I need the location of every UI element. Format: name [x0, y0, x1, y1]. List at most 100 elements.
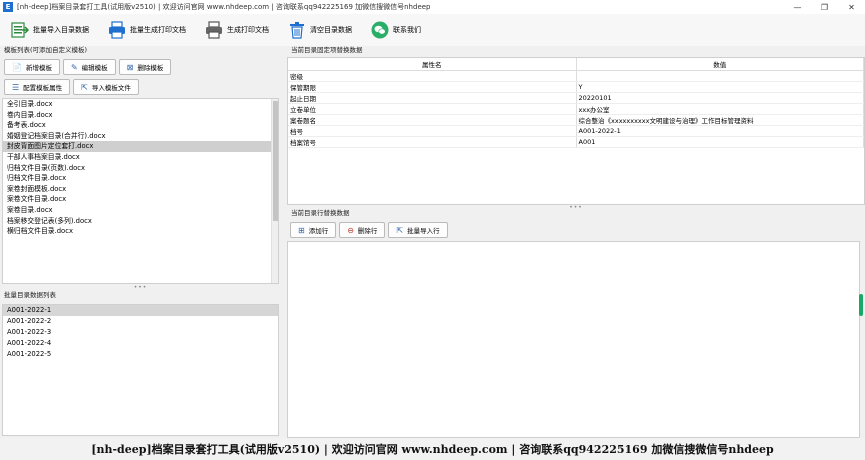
import-catalog-button[interactable]: 批量导入目录数据 — [10, 17, 89, 43]
attributes-section-title: 当前目录固定项替换数据 — [291, 46, 363, 54]
minimize-button[interactable]: — — [784, 0, 811, 14]
rows-data-area[interactable] — [287, 241, 860, 438]
attribute-value-cell[interactable]: Y — [576, 81, 864, 93]
column-header-value[interactable]: 数值 — [576, 58, 864, 71]
template-list-item[interactable]: 备考表.docx — [3, 120, 278, 131]
clear-catalog-label: 清空目录数据 — [310, 26, 352, 34]
batch-section-title: 批量目录数据列表 — [4, 291, 56, 299]
batch-list-item[interactable]: A001-2022-4 — [3, 338, 278, 349]
table-row[interactable]: 档案馆号 A001 — [288, 136, 864, 148]
import-icon — [11, 22, 30, 38]
title-bar: E [nh-deep]档案目录套打工具(试用版v2510) | 欢迎访问官网 w… — [0, 0, 865, 14]
import-template-button[interactable]: ⇱ 导入模板文件 — [73, 79, 139, 95]
delete-row-button[interactable]: ⊖ 删除行 — [339, 222, 386, 238]
print-button[interactable]: 生成打印文档 — [204, 17, 269, 43]
main-toolbar: 批量导入目录数据 批量生成打印文档 生成打印文档 清空目录数据 联系我们 — [0, 14, 865, 46]
delete-template-label: 删除模板 — [137, 64, 164, 72]
table-row[interactable]: 密级 — [288, 70, 864, 82]
attribute-name-cell[interactable]: 密级 — [288, 70, 577, 82]
add-row-label: 添加行 — [308, 227, 329, 235]
template-section-title: 模板列表(可添加自定义模板) — [4, 46, 88, 54]
import-file-icon: ⇱ — [81, 82, 88, 92]
attribute-value-cell[interactable]: 综合整治《xxxxxxxxxx文明建设与治理》工作目标管理资料 — [576, 114, 864, 126]
new-doc-icon: 📄 — [12, 62, 22, 72]
template-list-item[interactable]: 封皮背面图片定位套打.docx — [3, 141, 278, 152]
import-rows-icon: ⇱ — [396, 225, 404, 235]
table-row[interactable]: 起止日期 20220101 — [288, 92, 864, 104]
config-template-button[interactable]: ☰ 配置模板属性 — [4, 79, 71, 95]
rows-toolbar: ⊞ 添加行 ⊖ 删除行 ⇱ 批量导入行 — [287, 219, 865, 241]
edit-icon: ✎ — [70, 62, 78, 72]
add-row-icon: ⊞ — [298, 225, 305, 235]
table-row[interactable]: 案卷题名 综合整治《xxxxxxxxxx文明建设与治理》工作目标管理资料 — [288, 114, 864, 126]
scrollbar-thumb[interactable] — [273, 101, 278, 221]
table-row[interactable]: 立卷单位 xxx办公室 — [288, 103, 864, 115]
template-list-item[interactable]: 婚姻登记档案目录(合并行).docx — [3, 131, 278, 142]
batch-print-label: 批量生成打印文档 — [130, 26, 186, 34]
left-pane: 模板列表(可添加自定义模板) 📄 新增模板 ✎ 编辑模板 ⊠ 删除模板 ☰ 配置… — [0, 46, 281, 438]
batch-print-button[interactable]: 批量生成打印文档 — [107, 17, 186, 43]
template-list-item[interactable]: 全引目录.docx — [3, 99, 278, 110]
template-list-item[interactable]: 干部人事档案目录.docx — [3, 152, 278, 163]
right-pane: 当前目录固定项替换数据 属性名 数值 密级 保管期限 Y 起止日期 20220101 立卷… — [287, 46, 865, 438]
scroll-indicator[interactable] — [859, 294, 863, 316]
maximize-button[interactable]: ❐ — [811, 0, 838, 14]
rows-section-title: 当前目录行替换数据 — [291, 209, 350, 217]
printer-icon — [206, 21, 222, 39]
table-row[interactable]: 保管期限 Y — [288, 81, 864, 93]
template-list-item[interactable]: 档案移交登记表(多列).docx — [3, 216, 278, 227]
template-list-item[interactable]: 横归档文件目录.docx — [3, 226, 278, 237]
batch-list-item[interactable]: A001-2022-2 — [3, 316, 278, 327]
edit-template-button[interactable]: ✎ 编辑模板 — [62, 59, 116, 75]
new-template-button[interactable]: 📄 新增模板 — [4, 59, 60, 75]
attribute-value-cell[interactable]: A001 — [576, 136, 864, 148]
template-list-item[interactable]: 卷内目录.docx — [3, 110, 278, 121]
attribute-name-cell[interactable]: 档案馆号 — [288, 136, 577, 148]
attribute-name-cell[interactable]: 起止日期 — [288, 92, 577, 104]
template-list-item[interactable]: 归档文件目录.docx — [3, 173, 278, 184]
import-catalog-label: 批量导入目录数据 — [33, 26, 89, 34]
batch-catalog-list[interactable]: A001-2022-1 A001-2022-2 A001-2022-3 A001-20… — [2, 304, 279, 436]
clear-catalog-button[interactable]: 清空目录数据 — [287, 17, 352, 43]
attribute-name-cell[interactable]: 案卷题名 — [288, 114, 577, 126]
print-label: 生成打印文档 — [227, 26, 269, 34]
attribute-name-cell[interactable]: 档号 — [288, 125, 577, 137]
delete-icon: ⊠ — [126, 62, 134, 72]
app-icon: E — [3, 2, 13, 12]
delete-template-button[interactable]: ⊠ 删除模板 — [118, 59, 172, 75]
attribute-value-cell[interactable]: xxx办公室 — [576, 103, 864, 115]
attribute-name-cell[interactable]: 保管期限 — [288, 81, 577, 93]
table-row[interactable]: 档号 A001-2022-1 — [288, 125, 864, 137]
add-row-button[interactable]: ⊞ 添加行 — [290, 222, 337, 238]
attribute-name-cell[interactable]: 立卷单位 — [288, 103, 577, 115]
template-list[interactable]: 全引目录.docx 卷内目录.docx 备考表.docx 婚姻登记档案目录(合并行).… — [2, 98, 279, 284]
wechat-icon — [371, 21, 389, 39]
attribute-value-cell[interactable]: 20220101 — [576, 92, 864, 104]
template-list-scrollbar[interactable] — [271, 99, 278, 283]
batch-import-rows-button[interactable]: ⇱ 批量导入行 — [388, 222, 448, 238]
delete-row-icon: ⊖ — [347, 225, 354, 235]
template-list-item[interactable]: 归档文件目录(页数).docx — [3, 163, 278, 174]
column-header-name[interactable]: 属性名 — [288, 58, 577, 71]
template-buttons: 📄 新增模板 ✎ 编辑模板 ⊠ 删除模板 ☰ 配置模板属性 ⇱ 导入模板文件 — [0, 55, 281, 95]
batch-list-item[interactable]: A001-2022-1 — [3, 305, 278, 316]
edit-template-label: 编辑模板 — [81, 64, 108, 72]
delete-row-label: 删除行 — [357, 227, 378, 235]
contact-label: 联系我们 — [393, 26, 421, 34]
footer-banner: [nh-deep]档案目录套打工具(试用版v2510) | 欢迎访问官网 www… — [0, 438, 865, 460]
batch-list-item[interactable]: A001-2022-3 — [3, 327, 278, 338]
right-splitter-handle[interactable]: ••• — [287, 205, 865, 211]
attributes-table: 属性名 数值 密级 保管期限 Y 起止日期 20220101 立卷单位 xxx办公室 案卷题名… — [287, 57, 865, 205]
import-template-label: 导入模板文件 — [91, 84, 131, 92]
printer-icon — [109, 21, 125, 39]
close-button[interactable]: ✕ — [838, 0, 865, 14]
contact-button[interactable]: 联系我们 — [370, 17, 421, 43]
template-list-item[interactable]: 案卷封面模板.docx — [3, 184, 278, 195]
batch-list-item[interactable]: A001-2022-5 — [3, 349, 278, 360]
attribute-value-cell[interactable] — [576, 70, 864, 82]
batch-import-rows-label: 批量导入行 — [407, 227, 440, 235]
template-list-item[interactable]: 案卷文件目录.docx — [3, 194, 278, 205]
template-list-item[interactable]: 案卷目录.docx — [3, 205, 278, 216]
settings-icon: ☰ — [12, 82, 20, 92]
attribute-value-cell[interactable]: A001-2022-1 — [576, 125, 864, 137]
